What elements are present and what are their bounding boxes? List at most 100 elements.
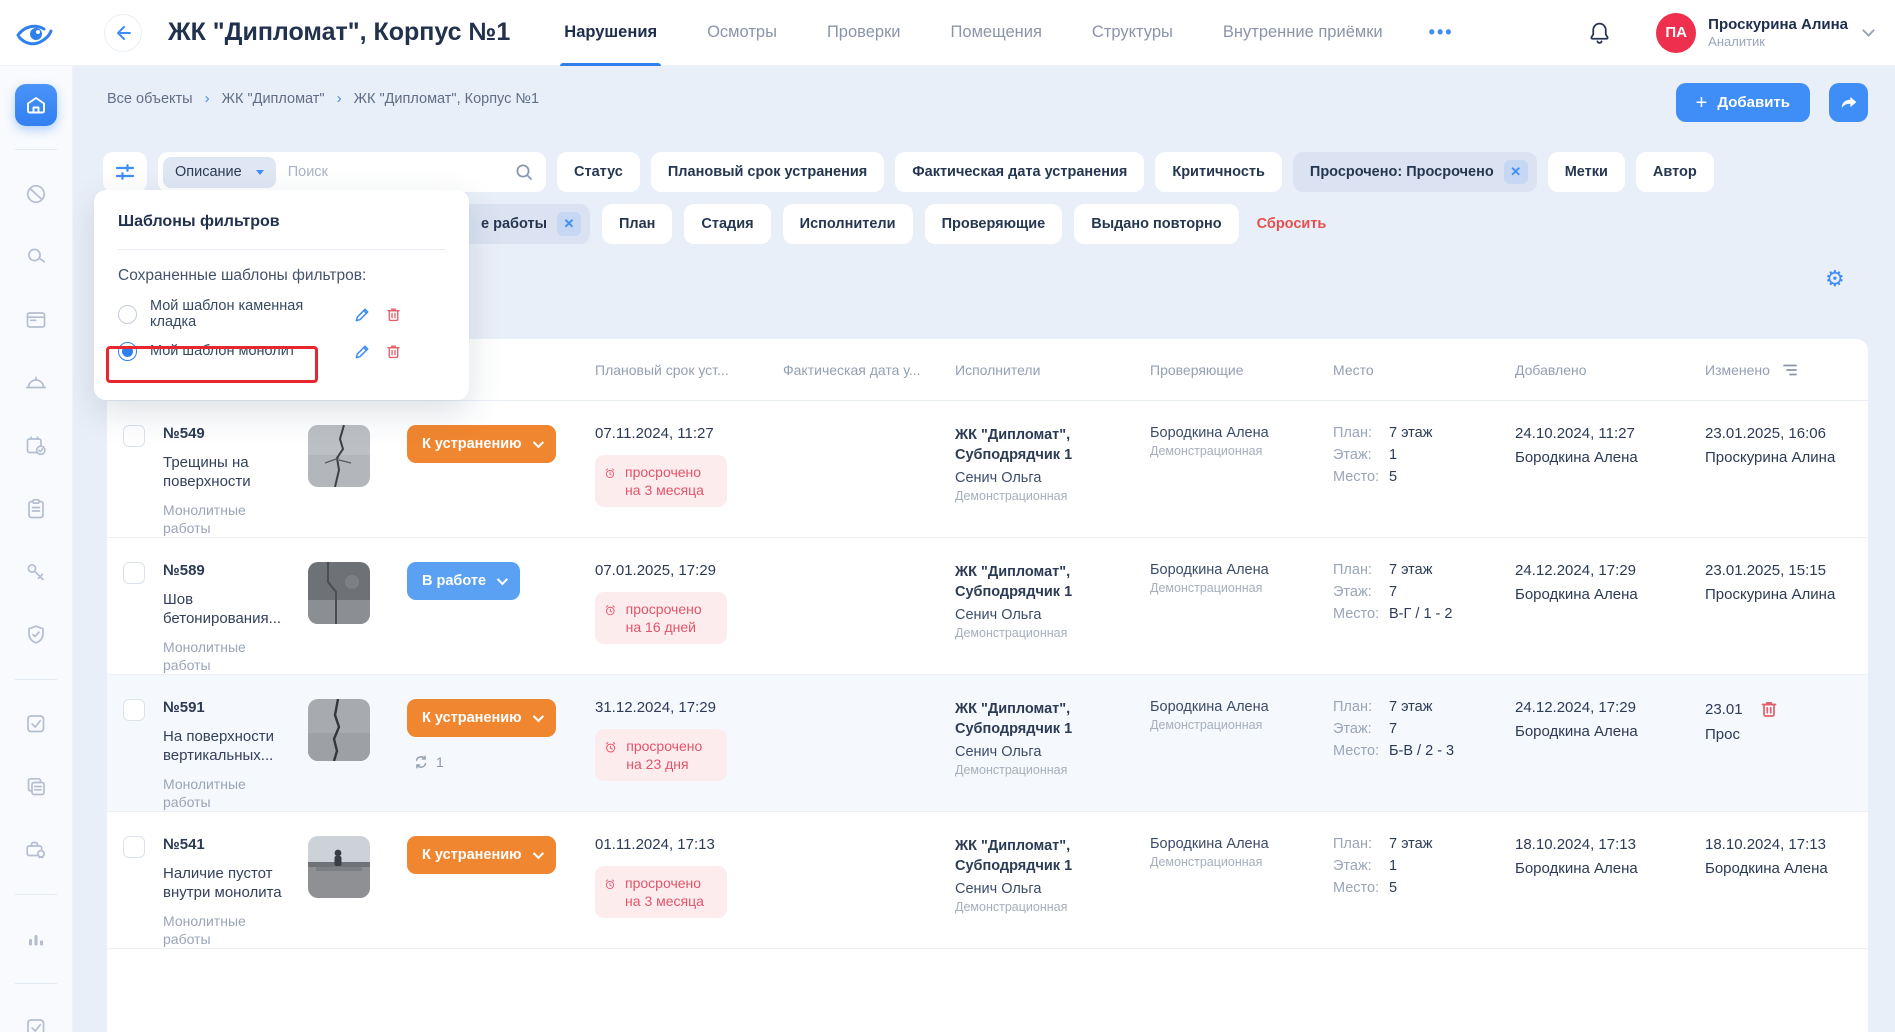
sidebar-item-analytics[interactable]	[15, 918, 57, 960]
place-floor-value: 7	[1389, 584, 1507, 600]
sort-icon[interactable]	[1782, 363, 1798, 377]
search-category-select[interactable]: Описание	[163, 157, 276, 188]
added-by: Бородкина Алена	[1515, 860, 1697, 877]
breadcrumb-all-objects[interactable]: Все объекты	[107, 91, 193, 107]
violation-photo[interactable]	[308, 562, 370, 624]
share-button[interactable]	[1829, 83, 1868, 122]
table-settings-gear-icon[interactable]: ⚙	[1825, 268, 1845, 290]
col-executors[interactable]: Исполнители	[947, 362, 1142, 378]
filter-settings-button[interactable]	[103, 152, 147, 192]
alarm-clock-icon	[604, 600, 617, 621]
table-row[interactable]: №589 Шов бетонирования... Монолитные раб…	[107, 538, 1868, 675]
sidebar-item-contractors[interactable]	[15, 829, 57, 871]
tab-inspections[interactable]: Осмотры	[707, 0, 777, 66]
place-spot-value: 5	[1389, 880, 1507, 896]
violation-number: №591	[163, 699, 287, 716]
avatar[interactable]: ПА	[1656, 13, 1696, 53]
status-label: К устранению	[422, 847, 522, 863]
filter-criticality-button[interactable]: Критичность	[1155, 152, 1282, 192]
col-actual-date[interactable]: Фактическая дата у...	[775, 362, 947, 378]
close-icon[interactable]: ✕	[1504, 160, 1528, 184]
filter-executors-button[interactable]: Исполнители	[783, 204, 913, 244]
checker-note: Демонстрационная	[1150, 855, 1325, 869]
add-button[interactable]: + Добавить	[1676, 83, 1810, 122]
col-added[interactable]: Добавлено	[1507, 362, 1697, 378]
trash-icon	[1759, 699, 1779, 719]
template-option-masonry[interactable]: Мой шаблон каменная кладка	[94, 299, 469, 329]
back-button[interactable]	[104, 14, 142, 52]
sidebar-item-construction[interactable]	[15, 362, 57, 404]
filter-tags-button[interactable]: Метки	[1548, 152, 1625, 192]
user-menu[interactable]: Проскурина Алина Аналитик	[1708, 16, 1848, 50]
table-row[interactable]: №591 На поверхности вертикальных... Моно…	[107, 675, 1868, 812]
tab-internal-acceptance[interactable]: Внутренние приёмки	[1223, 0, 1383, 66]
tab-structures[interactable]: Структуры	[1092, 0, 1173, 66]
filter-checkers-button[interactable]: Проверяющие	[925, 204, 1063, 244]
status-button[interactable]: К устранению	[407, 699, 556, 737]
col-changed[interactable]: Изменено	[1705, 362, 1770, 378]
trash-icon[interactable]	[385, 306, 402, 323]
search-input[interactable]	[288, 164, 514, 180]
filter-author-button[interactable]: Автор	[1636, 152, 1714, 192]
filter-status-button[interactable]: Статус	[557, 152, 640, 192]
sidebar-item-inspections[interactable]	[15, 425, 57, 467]
sidebar-item-clipboard[interactable]	[15, 488, 57, 530]
breadcrumb-complex[interactable]: ЖК "Дипломат"	[222, 91, 325, 107]
col-place[interactable]: Место	[1325, 362, 1507, 378]
edit-pencil-icon[interactable]	[354, 343, 371, 360]
sidebar-item-home[interactable]	[15, 84, 57, 126]
sidebar-item-search[interactable]	[15, 236, 57, 278]
template-option-monolith[interactable]: Мой шаблон монолит	[94, 336, 469, 366]
filter-reset-link[interactable]: Сбросить	[1257, 216, 1327, 232]
filter-stage-button[interactable]: Стадия	[684, 204, 770, 244]
tab-premises[interactable]: Помещения	[951, 0, 1042, 66]
table-row[interactable]: №549 Трещины на поверхности Монолитные р…	[107, 401, 1868, 538]
table-row[interactable]: №541 Наличие пустот внутри монолита Моно…	[107, 812, 1868, 949]
sidebar-item-approvals[interactable]	[15, 1007, 57, 1032]
chevron-down-icon[interactable]	[1862, 24, 1875, 37]
row-checkbox[interactable]	[123, 836, 145, 858]
status-button[interactable]: К устранению	[407, 836, 556, 874]
app-logo-icon[interactable]	[14, 18, 60, 48]
filter-overdue-chip[interactable]: Просрочено: Просрочено ✕	[1293, 152, 1537, 192]
sidebar-item-restrictions[interactable]	[15, 173, 57, 215]
status-button[interactable]: В работе	[407, 562, 520, 600]
changed-by: Бородкина Алена	[1705, 860, 1868, 877]
radio-checked[interactable]	[118, 342, 137, 361]
close-icon[interactable]: ✕	[557, 212, 581, 236]
sidebar-item-access-keys[interactable]	[15, 551, 57, 593]
row-checkbox[interactable]	[123, 562, 145, 584]
checker-name: Бородкина Алена	[1150, 699, 1325, 715]
tab-checks[interactable]: Проверки	[827, 0, 901, 66]
chevron-down-icon	[532, 848, 543, 859]
row-checkbox[interactable]	[123, 425, 145, 447]
violation-photo[interactable]	[308, 425, 370, 487]
sidebar-item-tasks[interactable]	[15, 703, 57, 745]
filter-actual-date-button[interactable]: Фактическая дата устранения	[895, 152, 1144, 192]
radio-unchecked[interactable]	[118, 305, 137, 324]
filter-plan-button[interactable]: План	[602, 204, 672, 244]
filter-worktype-chip[interactable]: е работы ✕	[453, 204, 590, 244]
trash-icon[interactable]	[385, 343, 402, 360]
more-tabs-icon[interactable]: •••	[1429, 22, 1454, 43]
delete-row-button[interactable]	[1759, 699, 1779, 719]
violations-table: Плановый срок уст... Фактическая дата у.…	[107, 339, 1868, 1032]
sidebar-item-security[interactable]	[15, 614, 57, 656]
filter-reissued-button[interactable]: Выдано повторно	[1074, 204, 1238, 244]
filter-planned-date-button[interactable]: Плановый срок устранения	[651, 152, 884, 192]
tab-violations[interactable]: Нарушения	[564, 0, 657, 66]
edit-pencil-icon[interactable]	[354, 306, 371, 323]
sidebar-item-board[interactable]	[15, 299, 57, 341]
row-checkbox[interactable]	[123, 699, 145, 721]
violation-photo[interactable]	[308, 699, 370, 761]
violation-photo[interactable]	[308, 836, 370, 898]
page-title: ЖК "Дипломат", Корпус №1	[168, 18, 510, 47]
sidebar-item-documents[interactable]	[15, 766, 57, 808]
planned-date: 07.01.2025, 17:29	[595, 562, 775, 579]
status-button[interactable]: К устранению	[407, 425, 556, 463]
violation-description: На поверхности вертикальных...	[163, 727, 287, 765]
col-planned-date[interactable]: Плановый срок уст...	[587, 362, 775, 378]
col-checkers[interactable]: Проверяющие	[1142, 362, 1325, 378]
notifications-bell-icon[interactable]	[1587, 20, 1612, 45]
overdue-badge: просрочено на 16 дней	[595, 592, 727, 644]
